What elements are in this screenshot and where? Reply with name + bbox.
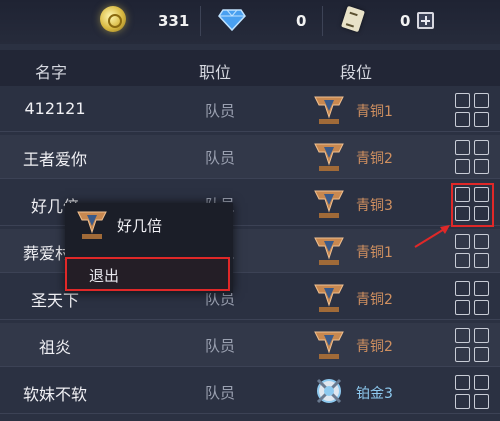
add-card-button[interactable] <box>417 12 434 29</box>
grid-cell <box>455 375 470 390</box>
member-popup-menu: 好几倍 退出 <box>65 203 233 293</box>
grid-cell <box>474 140 489 155</box>
member-role: 队员 <box>204 102 235 120</box>
member-menu-button[interactable] <box>453 326 491 364</box>
member-row[interactable]: 412121 队员 青铜1 <box>0 88 500 132</box>
bronze-rank-icon <box>314 284 344 312</box>
grid-cell <box>455 281 470 296</box>
diamond-counter: 0 <box>218 6 318 36</box>
grid-cell <box>474 375 489 390</box>
grid-cell <box>474 234 489 249</box>
grid-cell <box>474 159 489 174</box>
grid-cell <box>455 93 470 108</box>
bronze-rank-icon <box>314 190 344 218</box>
grid-cell <box>474 112 489 127</box>
member-name: 412121 <box>24 99 86 118</box>
column-name: 名字 <box>35 63 68 82</box>
coin-counter: 331 <box>100 6 200 36</box>
bronze-rank-icon <box>77 211 107 239</box>
member-role: 队员 <box>204 384 235 402</box>
bronze-rank-icon <box>314 237 344 265</box>
exit-label: 退出 <box>89 267 120 285</box>
grid-cell <box>474 347 489 362</box>
member-menu-button[interactable] <box>453 138 491 176</box>
member-role: 队员 <box>204 337 235 355</box>
divider <box>200 6 201 36</box>
currency-bar: 331 0 0 <box>0 0 500 44</box>
card-value: 0 <box>400 12 411 30</box>
coin-value: 331 <box>158 12 190 30</box>
rank-label: 青铜2 <box>356 339 393 355</box>
member-menu-button[interactable] <box>453 232 491 270</box>
grid-cell <box>474 328 489 343</box>
exit-button[interactable]: 退出 <box>65 257 230 291</box>
grid-cell <box>455 347 470 362</box>
member-name: 祖炎 <box>38 338 71 357</box>
grid-cell <box>455 234 470 249</box>
grid-cell <box>474 253 489 268</box>
bronze-rank-icon <box>314 331 344 359</box>
card-icon <box>341 5 365 33</box>
grid-cell <box>455 328 470 343</box>
grid-cell <box>474 281 489 296</box>
rank-label: 青铜2 <box>356 292 393 308</box>
rank-label: 青铜1 <box>356 104 393 120</box>
member-menu-button[interactable] <box>453 279 491 317</box>
table-header: 名字 职位 段位 <box>0 50 500 86</box>
rank-label: 青铜1 <box>356 245 393 261</box>
rank-label: 铂金3 <box>356 386 393 402</box>
bronze-rank-icon <box>314 96 344 124</box>
member-name: 王者爱你 <box>22 150 87 169</box>
grid-cell <box>474 93 489 108</box>
grid-cell <box>455 159 470 174</box>
grid-cell <box>455 394 470 409</box>
member-row[interactable]: 王者爱你 队员 青铜2 <box>0 135 500 179</box>
grid-cell <box>455 112 470 127</box>
member-row[interactable]: 软妹不软 队员 铂金3 <box>0 370 500 414</box>
grid-cell <box>455 253 470 268</box>
popup-member-name: 好几倍 <box>117 217 163 235</box>
member-row[interactable]: 祖炎 队员 青铜2 <box>0 323 500 367</box>
member-name: 软妹不软 <box>22 385 87 404</box>
diamond-value: 0 <box>296 12 307 30</box>
member-menu-button[interactable] <box>453 91 491 129</box>
rank-label: 青铜2 <box>356 151 393 167</box>
grid-cell <box>455 140 470 155</box>
arrow-annotation <box>414 225 450 248</box>
diamond-icon <box>218 9 246 32</box>
gold-coin-icon <box>100 6 126 32</box>
member-role: 队员 <box>204 149 235 167</box>
grid-cell <box>474 394 489 409</box>
member-menu-button[interactable] <box>453 373 491 411</box>
grid-cell <box>455 300 470 315</box>
column-role: 职位 <box>199 63 232 82</box>
rank-label: 青铜3 <box>356 198 393 214</box>
highlight-box <box>451 183 494 227</box>
platinum-rank-icon <box>316 378 342 404</box>
divider <box>322 6 323 36</box>
grid-cell <box>474 300 489 315</box>
column-rank: 段位 <box>340 63 373 82</box>
bronze-rank-icon <box>314 143 344 171</box>
